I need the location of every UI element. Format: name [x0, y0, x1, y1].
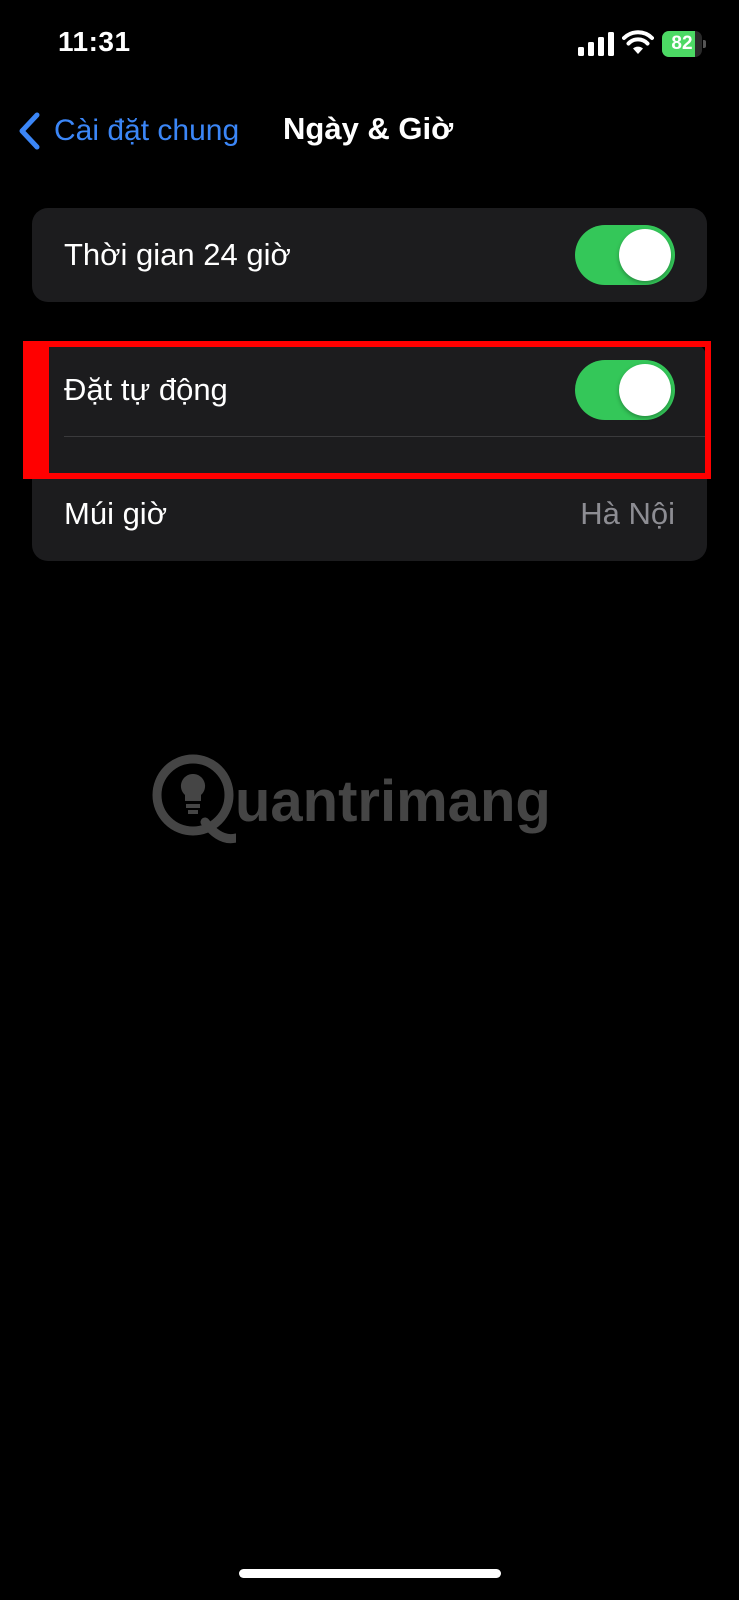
toggle-24-hour-time[interactable]	[575, 225, 675, 285]
row-time-zone[interactable]: Múi giờ Hà Nội	[32, 467, 707, 561]
battery-indicator: 82	[662, 31, 706, 57]
row-time-zone-value: Hà Nội	[580, 496, 675, 531]
toggle-set-automatically[interactable]	[575, 360, 675, 420]
battery-cap	[703, 40, 706, 48]
row-24-hour-time-label: Thời gian 24 giờ	[64, 237, 291, 272]
watermark-text: uantrimang	[235, 769, 551, 834]
row-set-automatically-label: Đặt tự động	[64, 372, 228, 407]
watermark: uantrimang	[150, 750, 600, 850]
toggle-knob	[619, 229, 671, 281]
back-button-label: Cài đặt chung	[54, 114, 240, 147]
row-24-hour-time: Thời gian 24 giờ	[32, 208, 707, 302]
home-indicator[interactable]	[239, 1569, 501, 1578]
row-set-automatically: Đặt tự động	[32, 343, 707, 437]
battery-percent: 82	[671, 33, 693, 54]
row-time-zone-label: Múi giờ	[64, 496, 168, 531]
back-button[interactable]: Cài đặt chung	[16, 108, 239, 154]
navigation-bar: Cài đặt chung Ngày & Giờ	[0, 100, 739, 160]
lightbulb-logo-icon	[152, 754, 236, 844]
row-divider	[64, 436, 707, 437]
chevron-left-icon	[19, 112, 40, 150]
settings-group-auto-time: Đặt tự động Múi giờ Hà Nội	[32, 343, 707, 561]
battery-icon: 82	[662, 31, 702, 57]
wifi-icon	[622, 30, 654, 54]
page-title: Ngày & Giờ	[283, 111, 454, 146]
status-bar: 11:31 82	[0, 0, 739, 90]
toggle-knob	[619, 364, 671, 416]
status-time: 11:31	[58, 26, 131, 57]
cellular-signal-icon	[578, 32, 614, 56]
settings-group-time-format: Thời gian 24 giờ	[32, 208, 707, 302]
